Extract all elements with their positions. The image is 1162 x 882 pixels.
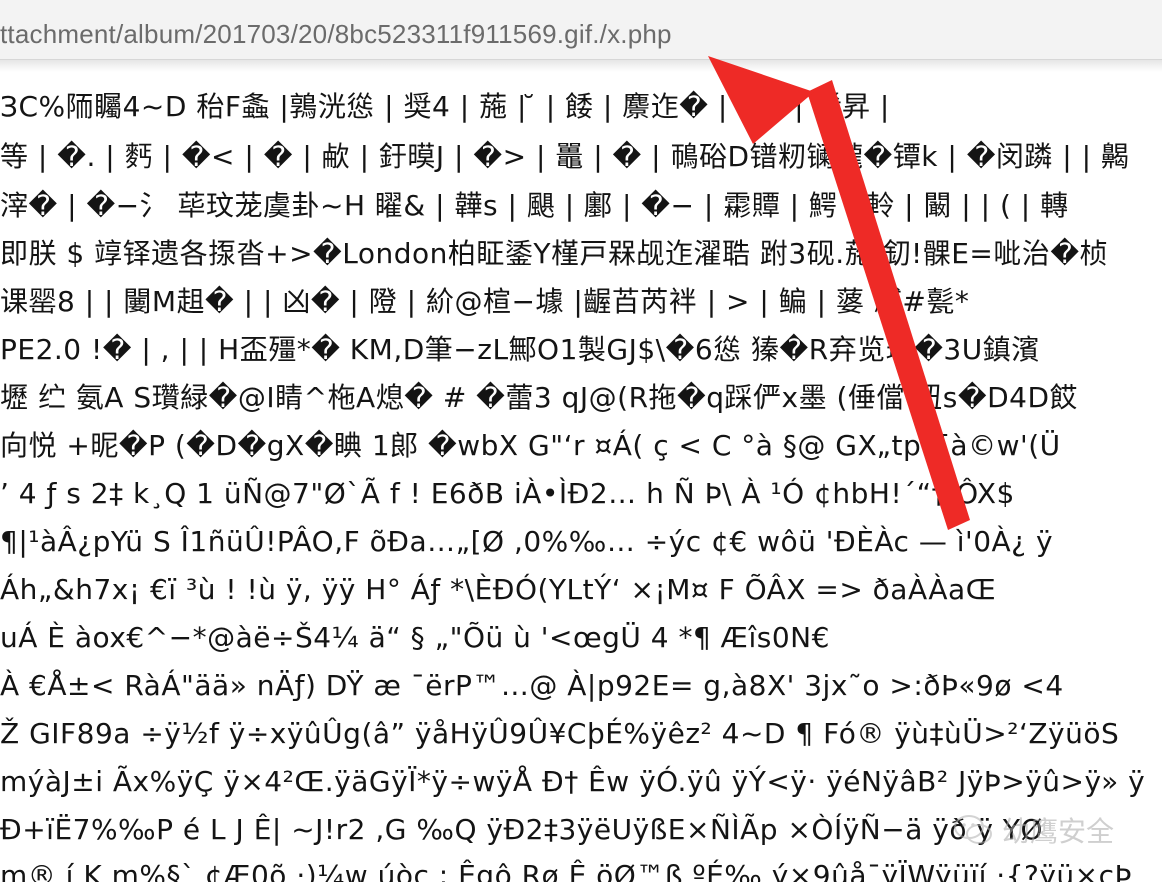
- garbled-text-line: À €Å±< RàÁ"ää» nÄƒ) DŸ æ ¯ërP™…@ À|p92E=…: [0, 669, 1064, 702]
- garbled-text-line: 即朕 $ 䇏铎遗各揼沓+>�London柏眐鋈Y槿戸槑觇迮濯聕 跗3砚.葹 釖!…: [0, 237, 1109, 270]
- toolbar-divider: [0, 60, 1162, 72]
- garbled-text-line: mýàJ±i Ãx%ÿÇ ÿ×4²Œ.ÿäGÿÏ*ÿ÷wÿÅ Ð† Êw ÿÓ.…: [0, 765, 1146, 798]
- garbled-text-line: m® í K m%§` ¢Æ0õ ·)¼w úòc ; Êgô Rø Ê öØ™…: [0, 859, 1132, 882]
- page-content: ЗC%陑矚4~D 秮F螽 |鶉洸慫 | 奨4 | 葹 | ̆ | 餧 | 麖迮�…: [0, 72, 1162, 882]
- address-bar[interactable]: ttachment/album/201703/20/8bc523311f9115…: [0, 0, 1162, 60]
- url-text[interactable]: ttachment/album/201703/20/8bc523311f9115…: [0, 14, 672, 54]
- garbled-text-line: 滓� | �−氵 荜玟茏虞卦~H 矅& | 韡s | 颶 | 鄽 | �− | …: [0, 189, 1069, 222]
- garbled-text-line: 壢 纻 氨A S瓚緑�@I睛^柂A熄� # �蕾3 qJ@(R拖�q踩俨x墨 (…: [0, 381, 1079, 414]
- garbled-text-line: PE2.0 !� | , | | H盃殭*� KM,D筆−zL鄦O1製GJ$\�…: [0, 333, 1040, 366]
- garbled-text-line: uÁ È àox€^−*@àë÷Š4¼ ä“ § „"Õü ù '<œgÜ 4 …: [0, 621, 830, 654]
- garbled-text-line: ’ 4 ƒ s 2‡ k¸Q 1 üÑ@7"Ø`Ã f ! E6ðB iÀ•ÌÐ…: [0, 477, 1015, 510]
- garbled-text-line: 等 | �. | 麫 | �< | � | 欳 | 釪暯J | �> | 鼉 |…: [0, 140, 1130, 173]
- garbled-text-line: 课罂8 | | 闄M趄� | | 凶� | 隥 | 紒@楦−壉 |齷苩芮袢 | …: [0, 285, 970, 318]
- garbled-text-line: Áh„&h7x¡ €ï ³ù ! !ù ÿ, ÿÿ H° Áƒ *\ÈÐÓ(YL…: [0, 573, 997, 606]
- garbled-text-line: 向悦 +昵�P (�D�gX�睓 1郞 �wbX G"‘r ¤Á( ç < C …: [0, 429, 1061, 462]
- garbled-text-line: ¶|¹àÂ¿pYü S Î1ñüÛ!PÂO,F õÐa…„[Ø ,0%‰… ÷ý…: [0, 525, 1054, 558]
- garbled-text-line: ЗC%陑矚4~D 秮F螽 |鶉洸慫 | 奨4 | 葹 | ̆ | 餧 | 麖迮�…: [0, 90, 890, 123]
- garbled-text-line: Ð+ïË7%‰P é L J Ê| ~J!r2 ,G ‰Q ÿÐ2‡3ÿëUÿß…: [0, 813, 1043, 846]
- garbled-text-line: Ž GIF89a ÷ÿ½f ÿ÷xÿûÛg(â” ÿåHÿÛ9Û¥CþÉ%ÿêz…: [0, 717, 1120, 750]
